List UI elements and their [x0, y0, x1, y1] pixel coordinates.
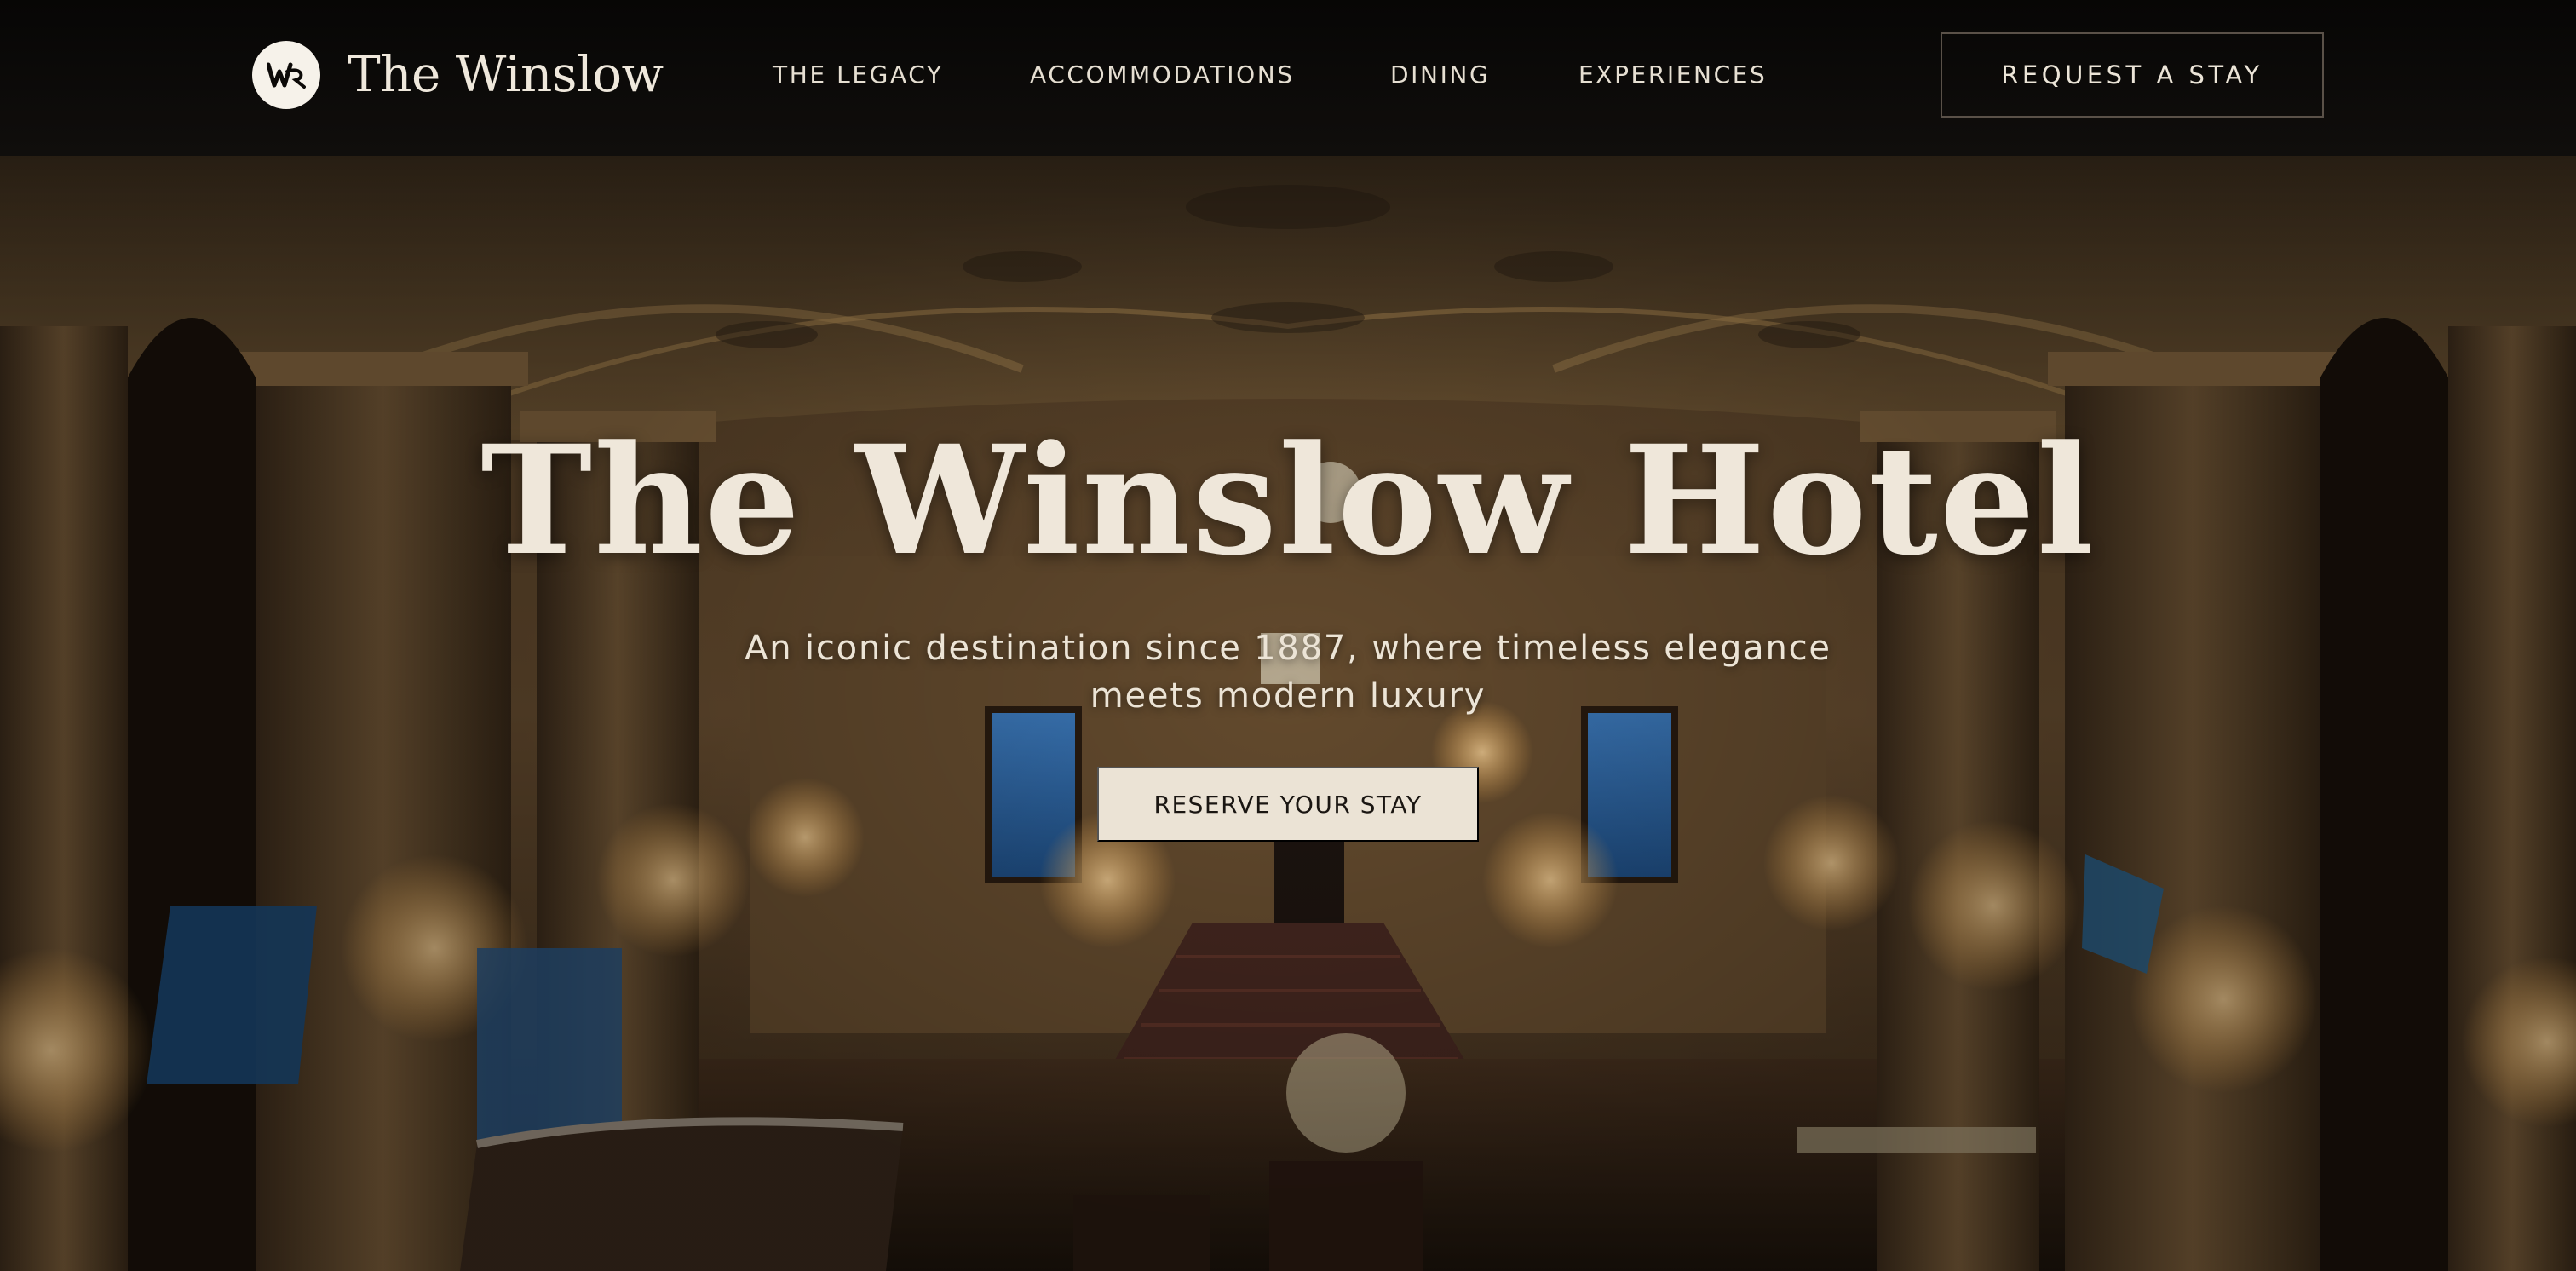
- hero-subtitle: An iconic destination since 1887, where …: [745, 629, 1831, 716]
- nav-link-the-legacy[interactable]: THE LEGACY: [773, 56, 944, 94]
- top-navigation: The Winslow THE LEGACY ACCOMMODATIONS DI…: [0, 0, 2576, 156]
- logo-icon[interactable]: [252, 41, 320, 109]
- reserve-your-stay-button[interactable]: RESERVE YOUR STAY: [1097, 767, 1479, 842]
- brand-name[interactable]: The Winslow: [348, 36, 664, 112]
- nav-link-accommodations[interactable]: ACCOMMODATIONS: [1030, 56, 1295, 94]
- request-a-stay-button[interactable]: REQUEST A STAY: [1941, 32, 2324, 118]
- hero-section: The Winslow Hotel An iconic destination …: [0, 156, 2576, 1271]
- nav-link-experiences[interactable]: EXPERIENCES: [1578, 56, 1767, 94]
- nav-link-dining[interactable]: DINING: [1390, 56, 1490, 94]
- hero-title: The Winslow Hotel: [480, 412, 2096, 589]
- w-monogram-icon: [267, 62, 306, 89]
